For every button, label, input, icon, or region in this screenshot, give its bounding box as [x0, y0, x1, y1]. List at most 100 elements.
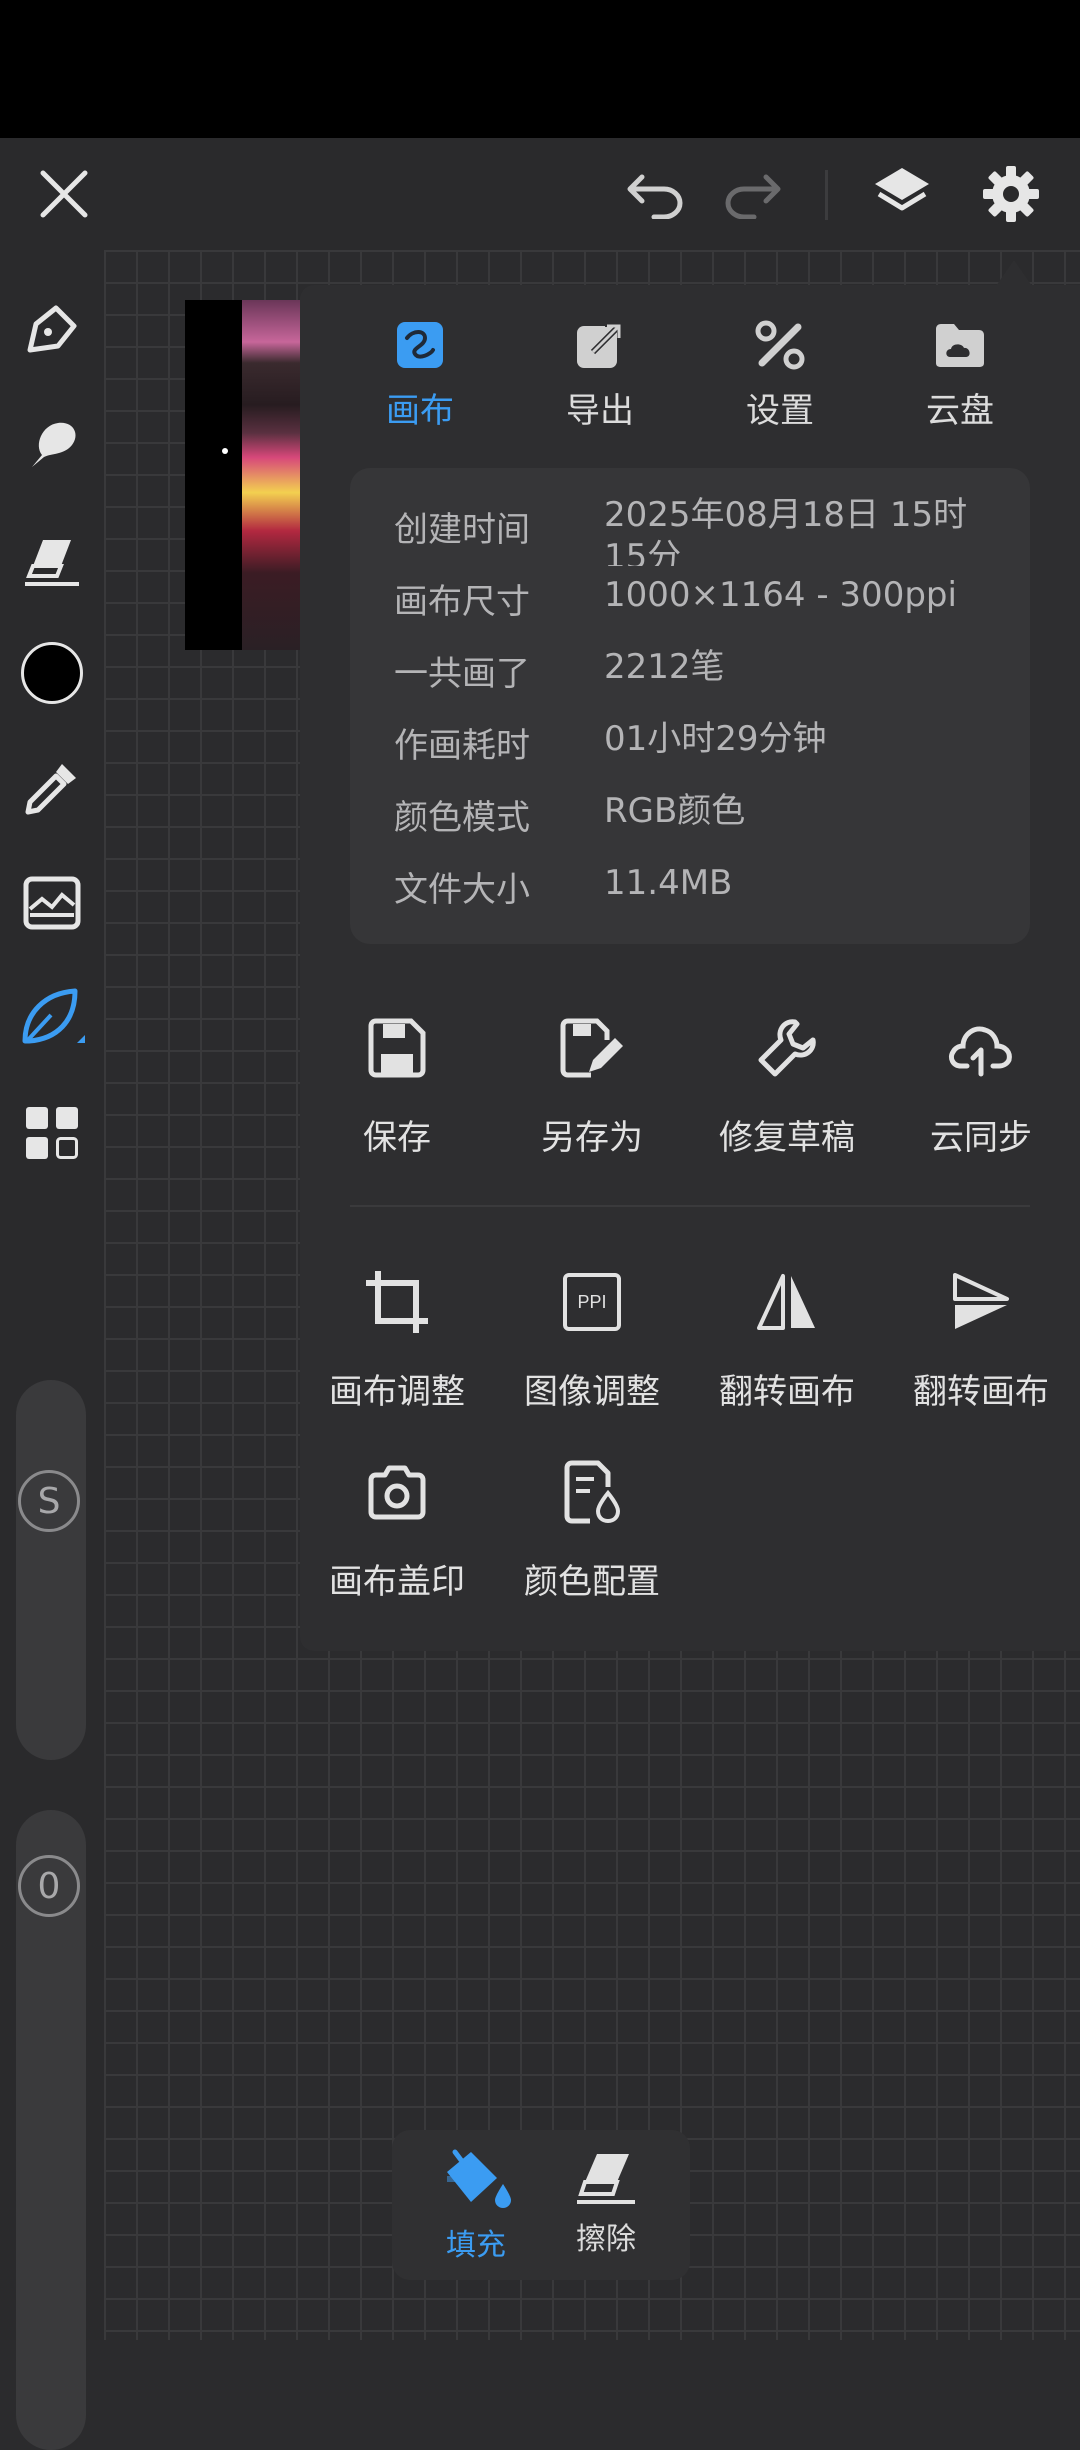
- undo-icon: [627, 174, 683, 219]
- panel-tabs: 画布 导出 设置 云盘: [300, 315, 1080, 440]
- color-profile-button[interactable]: 颜色配置: [497, 1452, 687, 1603]
- save-button[interactable]: 保存: [302, 1008, 492, 1159]
- export-icon: [577, 321, 624, 368]
- camera-icon: [368, 1465, 426, 1520]
- color-picker-button[interactable]: [12, 633, 92, 713]
- layers-button[interactable]: [852, 138, 952, 250]
- top-divider: [825, 170, 828, 220]
- save-as-icon: [560, 1018, 623, 1078]
- brush-size-slider[interactable]: S: [16, 1380, 86, 1760]
- info-value: 01小时29分钟: [604, 719, 827, 759]
- tab-export[interactable]: 导出: [540, 315, 660, 440]
- redo-icon: [725, 174, 781, 219]
- info-value: 11.4MB: [604, 863, 733, 903]
- canvas-stamp-button[interactable]: 画布盖印: [302, 1452, 492, 1603]
- info-row-size: 画布尺寸 1000×1164 - 300ppi: [394, 574, 1014, 634]
- flip-vertical-label: 翻转画布: [913, 1372, 1049, 1412]
- artwork-thumbnail: [185, 300, 300, 650]
- more-tools-button[interactable]: [12, 1093, 92, 1173]
- info-value: 1000×1164 - 300ppi: [604, 575, 957, 615]
- panel-separator: [350, 1205, 1030, 1207]
- status-bar: [0, 0, 1080, 138]
- erase-fill-button[interactable]: 擦除: [546, 2148, 666, 2268]
- canvas-stamp-label: 画布盖印: [329, 1562, 465, 1602]
- info-row-time: 作画耗时 01小时29分钟: [394, 718, 1014, 778]
- paint-bucket-icon: [447, 2149, 511, 2208]
- flip-horizontal-icon: [757, 1274, 815, 1330]
- flip-vertical-button[interactable]: 翻转画布: [886, 1262, 1076, 1413]
- current-color-swatch: [21, 642, 83, 704]
- artwork-image: [242, 300, 300, 650]
- info-value: 2025年08月18日 15时15分: [604, 495, 968, 566]
- eyedropper-tool[interactable]: [12, 748, 92, 828]
- canvas-adjust-button[interactable]: 画布调整: [302, 1262, 492, 1413]
- opacity-slider[interactable]: 0: [16, 1810, 86, 2450]
- left-toolbar: S 0: [0, 250, 104, 2450]
- flip-horizontal-button[interactable]: 翻转画布: [692, 1262, 882, 1413]
- eyedropper-icon: [25, 764, 76, 815]
- save-as-label: 另存为: [541, 1118, 643, 1158]
- cloud-sync-button[interactable]: 云同步: [886, 1008, 1076, 1159]
- close-button[interactable]: [14, 138, 114, 250]
- grid-icon: [26, 1107, 78, 1159]
- canvas-adjust-label: 画布调整: [329, 1372, 465, 1412]
- cloud-sync-icon: [948, 1026, 1012, 1077]
- tab-settings[interactable]: 设置: [720, 315, 840, 440]
- info-row-file-size: 文件大小 11.4MB: [394, 862, 1014, 922]
- info-key: 文件大小: [394, 870, 530, 910]
- color-profile-icon: [564, 1460, 621, 1524]
- info-row-created: 创建时间 2025年08月18日 15时15分: [394, 494, 1014, 566]
- flip-horizontal-label: 翻转画布: [719, 1372, 855, 1412]
- fill-button[interactable]: 填充: [416, 2148, 536, 2268]
- save-as-button[interactable]: 另存为: [497, 1008, 687, 1159]
- layers-icon: [875, 168, 929, 211]
- pen-icon: [27, 305, 77, 353]
- top-bar: [0, 138, 1080, 250]
- save-label: 保存: [363, 1118, 431, 1158]
- tab-canvas-label: 画布: [386, 391, 454, 431]
- size-label: S: [37, 1480, 61, 1522]
- repair-icon: [758, 1019, 816, 1077]
- pen-tool[interactable]: [12, 290, 92, 370]
- eraser-tool[interactable]: [12, 520, 92, 600]
- info-key: 画布尺寸: [394, 582, 530, 622]
- smudge-icon: [32, 422, 76, 467]
- color-profile-label: 颜色配置: [524, 1562, 660, 1602]
- opacity-knob[interactable]: 0: [18, 1855, 80, 1917]
- info-value: 2212笔: [604, 647, 725, 687]
- tab-export-label: 导出: [566, 391, 634, 431]
- brush-size-knob[interactable]: S: [18, 1470, 80, 1532]
- tab-cloud-drive-label: 云盘: [926, 391, 994, 431]
- image-adjust-button[interactable]: PPI 图像调整: [497, 1262, 687, 1413]
- repair-draft-button[interactable]: 修复草稿: [692, 1008, 882, 1159]
- undo-button[interactable]: [606, 138, 706, 250]
- ppi-icon: PPI: [563, 1273, 621, 1331]
- crop-icon: [366, 1271, 428, 1333]
- eraser-icon: [577, 2154, 635, 2204]
- eraser-icon: [25, 540, 79, 586]
- tab-cloud-drive[interactable]: 云盘: [900, 315, 1020, 440]
- gear-icon: [983, 166, 1039, 222]
- canvas-icon: [397, 322, 443, 368]
- filter-tool[interactable]: [12, 863, 92, 943]
- info-key: 一共画了: [394, 654, 530, 694]
- smudge-tool[interactable]: [12, 405, 92, 485]
- fill-tool[interactable]: [12, 978, 92, 1058]
- close-icon: [40, 170, 88, 218]
- tools-icon: [755, 320, 805, 370]
- cloud-drive-icon: [936, 324, 984, 367]
- tab-canvas[interactable]: 画布: [360, 315, 480, 440]
- opacity-label: 0: [37, 1865, 61, 1907]
- erase-label: 擦除: [576, 2222, 636, 2257]
- settings-button[interactable]: [961, 138, 1061, 250]
- canvas-info-card: 创建时间 2025年08月18日 15时15分 画布尺寸 1000×1164 -…: [350, 468, 1030, 944]
- fill-toolbar: 填充 擦除: [392, 2130, 690, 2280]
- info-key: 颜色模式: [394, 798, 530, 838]
- artwork-dot: [222, 448, 228, 454]
- panel-pointer: [996, 260, 1032, 286]
- image-adjust-icon: [23, 876, 81, 930]
- image-adjust-label: 图像调整: [524, 1372, 660, 1412]
- info-key: 创建时间: [394, 510, 530, 550]
- redo-button[interactable]: [702, 138, 802, 250]
- leaf-icon: [22, 988, 85, 1044]
